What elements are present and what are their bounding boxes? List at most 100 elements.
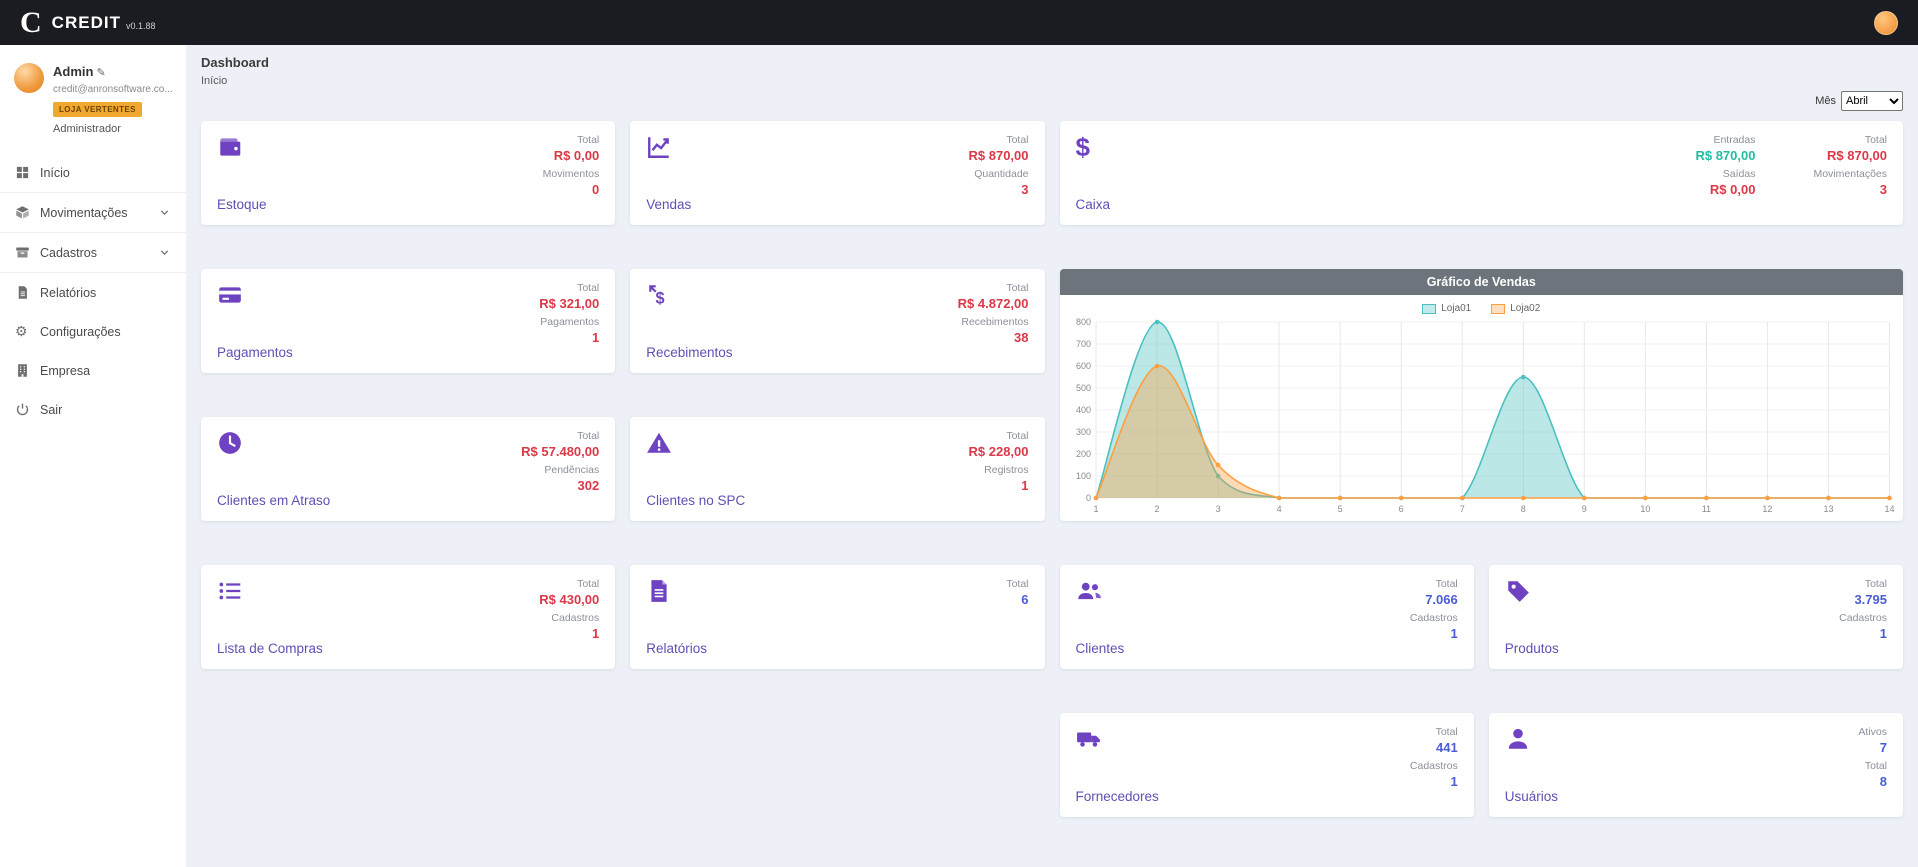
warning-icon <box>646 430 745 461</box>
stat-value: 1 <box>539 626 599 642</box>
sidebar-item-cadastros[interactable]: Cadastros <box>0 232 186 272</box>
user-role: Administrador <box>53 123 173 135</box>
svg-text:10: 10 <box>1640 504 1650 514</box>
building-icon <box>15 363 30 378</box>
chevron-down-icon <box>158 246 171 259</box>
stat-label: Total <box>969 430 1029 444</box>
stat-value: 7.066 <box>1410 592 1458 608</box>
svg-text:11: 11 <box>1701 504 1710 514</box>
chart-legend: Loja01 Loja02 <box>1060 295 1904 316</box>
legend-swatch-loja02 <box>1491 304 1505 314</box>
svg-text:12: 12 <box>1762 504 1772 514</box>
card-caixa-title[interactable]: Caixa <box>1076 197 1111 212</box>
card-relatorios-title[interactable]: Relatórios <box>646 641 707 656</box>
stat-value: 3 <box>1813 182 1887 198</box>
svg-text:800: 800 <box>1075 317 1090 327</box>
sidebar-item-label: Movimentações <box>40 206 128 220</box>
stat-value: 7 <box>1858 740 1887 756</box>
edit-profile-icon[interactable]: ✎ <box>96 67 105 79</box>
sidebar-item-configuracoes[interactable]: ⚙ Configurações <box>0 312 186 351</box>
exchange-icon <box>15 205 30 220</box>
stat-label: Total <box>543 134 600 148</box>
card-clientes-spc-title[interactable]: Clientes no SPC <box>646 493 745 508</box>
card-clientes-spc: Clientes no SPC Total R$ 228,00 Registro… <box>630 417 1044 521</box>
stat-value: R$ 0,00 <box>1695 182 1755 198</box>
stat-value: R$ 4.872,00 <box>958 296 1029 312</box>
stat-value: 1 <box>1839 626 1887 642</box>
card-recebimentos: $ Recebimentos Total R$ 4.872,00 Recebim… <box>630 269 1044 373</box>
store-badge: LOJA VERTENTES <box>53 102 142 117</box>
stat-value: R$ 870,00 <box>969 148 1029 164</box>
stat-value: 1 <box>1410 774 1458 790</box>
stat-value: 1 <box>1410 626 1458 642</box>
stat-label: Total <box>1410 578 1458 592</box>
sidebar-item-movimentacoes[interactable]: Movimentações <box>0 192 186 232</box>
stat-value: R$ 57.480,00 <box>521 444 599 460</box>
stat-label: Total <box>1813 134 1887 148</box>
svg-text:7: 7 <box>1459 504 1464 514</box>
svg-text:200: 200 <box>1075 449 1090 459</box>
sidebar-item-sair[interactable]: Sair <box>0 390 186 429</box>
svg-text:5: 5 <box>1337 504 1342 514</box>
card-pagamentos-title[interactable]: Pagamentos <box>217 345 293 360</box>
card-produtos-title[interactable]: Produtos <box>1505 641 1559 656</box>
svg-text:1: 1 <box>1093 504 1098 514</box>
card-clientes-atraso-title[interactable]: Clientes em Atraso <box>217 493 330 508</box>
stat-label: Cadastros <box>1839 612 1887 626</box>
app-name: CREDIT <box>52 13 121 33</box>
stat-label: Total <box>1858 760 1887 774</box>
svg-text:$: $ <box>656 290 665 308</box>
stat-value: R$ 430,00 <box>539 592 599 608</box>
month-select[interactable]: Abril <box>1841 91 1903 111</box>
sidebar-menu: Início Movimentações Cadastros Relatório… <box>0 153 186 429</box>
truck-icon <box>1076 726 1159 757</box>
gear-icon: ⚙ <box>15 324 30 339</box>
sidebar-item-label: Configurações <box>40 325 121 339</box>
report-icon <box>15 285 30 300</box>
card-relatorios: Relatórios Total 6 <box>630 565 1044 669</box>
card-clientes-title[interactable]: Clientes <box>1076 641 1125 656</box>
card-lista-compras-title[interactable]: Lista de Compras <box>217 641 323 656</box>
stat-value: 1 <box>969 478 1029 494</box>
file-icon <box>646 578 707 609</box>
stat-label: Registros <box>969 464 1029 478</box>
stat-value: 3.795 <box>1839 592 1887 608</box>
page-title: Dashboard <box>201 55 1903 70</box>
list-icon <box>217 578 323 609</box>
stat-value: R$ 228,00 <box>969 444 1029 460</box>
stat-label: Ativos <box>1858 726 1887 740</box>
card-estoque-title[interactable]: Estoque <box>217 197 267 212</box>
stat-value: 6 <box>1006 592 1028 608</box>
stat-label: Pendências <box>521 464 599 478</box>
svg-text:3: 3 <box>1215 504 1220 514</box>
sidebar-item-empresa[interactable]: Empresa <box>0 351 186 390</box>
sales-area-chart: 0100200300400500600700800123456789101112… <box>1060 316 1904 518</box>
card-fornecedores-title[interactable]: Fornecedores <box>1076 789 1159 804</box>
stat-value: 8 <box>1858 774 1887 790</box>
user-avatar[interactable] <box>1874 11 1898 35</box>
svg-text:13: 13 <box>1823 504 1833 514</box>
sidebar-item-label: Sair <box>40 403 62 417</box>
tag-icon <box>1505 578 1559 609</box>
avatar <box>14 63 44 93</box>
breadcrumb: Início <box>201 75 1903 87</box>
svg-text:2: 2 <box>1154 504 1159 514</box>
stat-label: Total <box>958 282 1029 296</box>
stat-value: R$ 870,00 <box>1695 148 1755 164</box>
stat-label: Total <box>969 134 1029 148</box>
card-vendas-title[interactable]: Vendas <box>646 197 691 212</box>
legend-item-loja02[interactable]: Loja02 <box>1491 303 1540 314</box>
sidebar: Admin✎ credit@anronsoftware.co... LOJA V… <box>0 45 186 867</box>
legend-item-loja01[interactable]: Loja01 <box>1422 303 1471 314</box>
main-content: Dashboard Início Mês Abril Estoque Total… <box>186 45 1918 867</box>
sidebar-item-label: Início <box>40 166 70 180</box>
legend-swatch-loja01 <box>1422 304 1436 314</box>
stat-value: R$ 0,00 <box>543 148 600 164</box>
card-caixa: $ Caixa Entradas R$ 870,00 Saídas R$ 0,0… <box>1060 121 1904 225</box>
sidebar-item-relatorios[interactable]: Relatórios <box>0 272 186 312</box>
card-produtos: Produtos Total 3.795 Cadastros 1 <box>1489 565 1903 669</box>
card-usuarios-title[interactable]: Usuários <box>1505 789 1558 804</box>
sidebar-item-inicio[interactable]: Início <box>0 153 186 192</box>
cash-receive-icon: $ <box>646 282 732 313</box>
card-recebimentos-title[interactable]: Recebimentos <box>646 345 732 360</box>
